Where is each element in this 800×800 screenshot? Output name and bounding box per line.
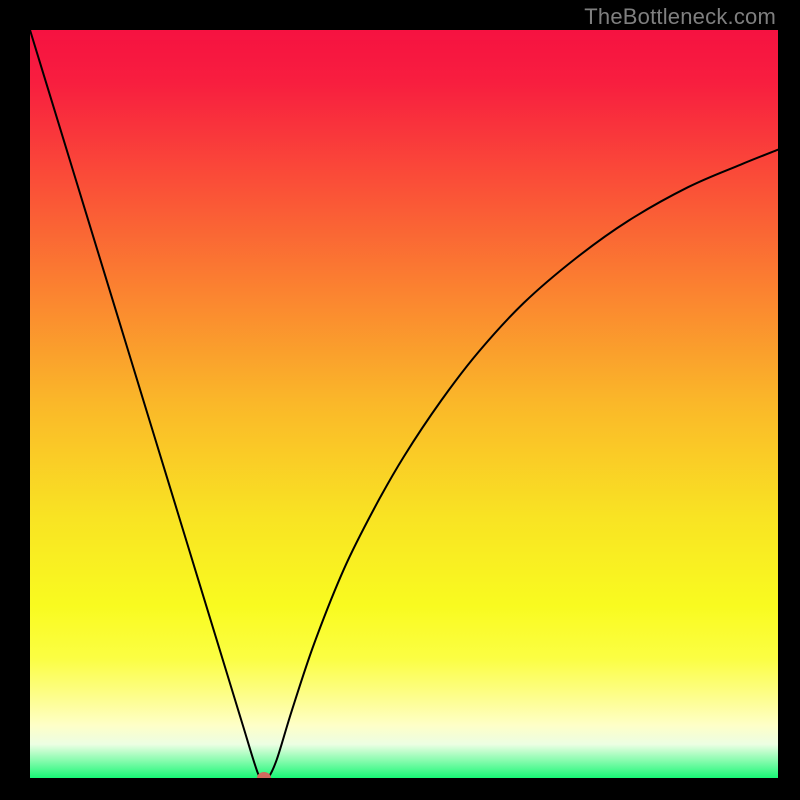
bottleneck-curve [30, 30, 778, 778]
minimum-marker [257, 772, 271, 778]
chart-frame: TheBottleneck.com [0, 0, 800, 800]
plot-area [30, 30, 778, 778]
watermark-text: TheBottleneck.com [584, 4, 776, 30]
